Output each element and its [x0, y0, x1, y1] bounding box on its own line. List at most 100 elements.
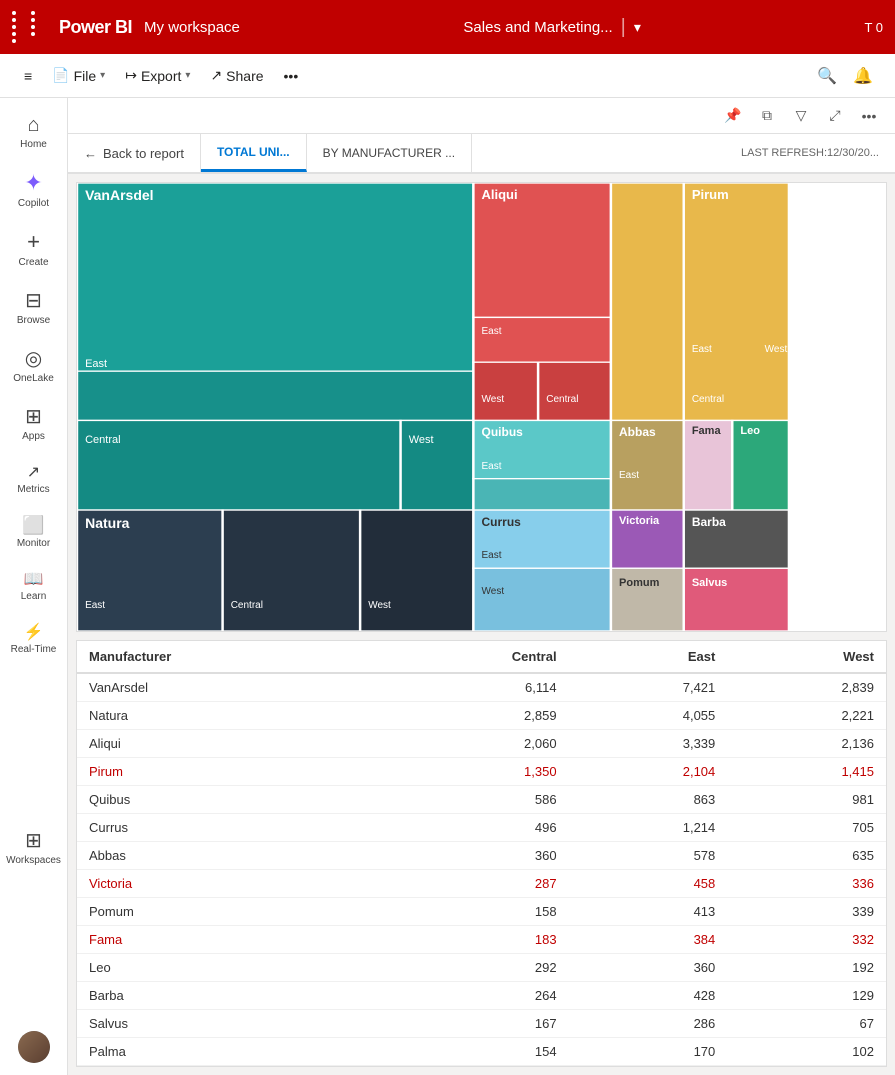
filter-button[interactable]: ▽ — [787, 102, 815, 130]
cell-central: 360 — [376, 842, 569, 870]
cell-west: 635 — [727, 842, 886, 870]
sidebar-create-label: Create — [18, 257, 48, 268]
realtime-icon: ⚡ — [24, 622, 44, 642]
main-layout: ⌂ Home ✦ Copilot + Create ⊟ Browse ◎ One… — [0, 98, 895, 1075]
sidebar-item-onelake[interactable]: ◎ OneLake — [4, 338, 64, 392]
sidebar-metrics-label: Metrics — [17, 484, 49, 495]
data-table-container: Manufacturer Central East West VanArsdel… — [76, 640, 887, 1067]
sidebar-item-learn[interactable]: 📖 Learn — [4, 561, 64, 610]
sidebar-realtime-label: Real-Time — [11, 644, 57, 655]
report-title: Sales and Marketing... — [463, 19, 612, 36]
copilot-icon: ✦ — [24, 170, 42, 196]
sidebar-monitor-label: Monitor — [17, 538, 50, 549]
cell-central: 2,060 — [376, 730, 569, 758]
home-icon: ⌂ — [27, 114, 39, 137]
table-row: Aliqui2,0603,3392,136 — [77, 730, 886, 758]
cell-east: 3,339 — [569, 730, 728, 758]
report-title-area: Sales and Marketing... | ▾ — [252, 16, 853, 39]
sidebar-item-realtime[interactable]: ⚡ Real-Time — [4, 614, 64, 663]
cell-east: 2,104 — [569, 758, 728, 786]
cell-central: 292 — [376, 954, 569, 982]
sidebar-item-monitor[interactable]: ⬜ Monitor — [4, 507, 64, 557]
cell-manufacturer: Abbas — [77, 842, 376, 870]
more-button[interactable]: ••• — [276, 64, 307, 88]
cell-west: 336 — [727, 870, 886, 898]
cell-manufacturer: Natura — [77, 702, 376, 730]
sidebar-item-workspaces[interactable]: ⊞ Workspaces — [4, 820, 64, 874]
cell-manufacturer: Leo — [77, 954, 376, 982]
top-bar-right: T 0 — [864, 20, 883, 35]
pin-button[interactable]: 📌 — [719, 102, 747, 130]
back-arrow-icon: ← — [84, 146, 97, 161]
tab-by-manufacturer-label: BY MANUFACTURER ... — [323, 146, 455, 160]
more-options-button[interactable]: ••• — [855, 102, 883, 130]
table-row: Fama183384332 — [77, 926, 886, 954]
hamburger-menu-button[interactable]: ≡ — [16, 64, 40, 88]
cell-manufacturer: Palma — [77, 1038, 376, 1066]
sidebar: ⌂ Home ✦ Copilot + Create ⊟ Browse ◎ One… — [0, 98, 68, 1075]
sidebar-item-metrics[interactable]: ↗ Metrics — [4, 454, 64, 503]
file-button[interactable]: 📄 File ▾ — [44, 63, 113, 88]
notifications-button[interactable]: 🔔 — [847, 60, 879, 92]
workspace-label[interactable]: My workspace — [144, 19, 240, 36]
tab-by-manufacturer[interactable]: BY MANUFACTURER ... — [307, 134, 472, 172]
sidebar-item-create[interactable]: + Create — [4, 221, 64, 276]
export-chevron-icon: ▾ — [185, 70, 190, 81]
monitor-icon: ⬜ — [22, 515, 44, 536]
sidebar-item-apps[interactable]: ⊞ Apps — [4, 396, 64, 450]
cell-west: 2,221 — [727, 702, 886, 730]
cell-east: 863 — [569, 786, 728, 814]
table-row: Currus4961,214705 — [77, 814, 886, 842]
cell-central: 158 — [376, 898, 569, 926]
cell-manufacturer: Barba — [77, 982, 376, 1010]
table-row: Quibus586863981 — [77, 786, 886, 814]
table-row: Leo292360192 — [77, 954, 886, 982]
cell-west: 981 — [727, 786, 886, 814]
app-grid-icon[interactable] — [12, 11, 47, 43]
sidebar-workspaces-label: Workspaces — [6, 855, 61, 866]
col-manufacturer: Manufacturer — [77, 641, 376, 673]
cell-central: 264 — [376, 982, 569, 1010]
cell-east: 578 — [569, 842, 728, 870]
focus-button[interactable]: ⤢ — [821, 102, 849, 130]
duplicate-button[interactable]: ⧉ — [753, 102, 781, 130]
tab-bar: ← Back to report TOTAL UNI... BY MANUFAC… — [68, 134, 895, 174]
table-row: Palma154170102 — [77, 1038, 886, 1066]
search-button[interactable]: 🔍 — [811, 60, 843, 92]
col-west: West — [727, 641, 886, 673]
cell-west: 192 — [727, 954, 886, 982]
user-avatar[interactable] — [18, 1031, 50, 1063]
cell-manufacturer: Aliqui — [77, 730, 376, 758]
cell-west: 2,136 — [727, 730, 886, 758]
cell-west: 67 — [727, 1010, 886, 1038]
top-bar: Power BI My workspace Sales and Marketin… — [0, 0, 895, 54]
create-icon: + — [27, 229, 40, 255]
title-chevron-icon[interactable]: ▾ — [634, 19, 641, 36]
sidebar-home-label: Home — [20, 139, 47, 150]
export-button[interactable]: ↦ Export ▾ — [117, 63, 198, 88]
apps-icon: ⊞ — [25, 404, 42, 429]
sidebar-item-browse[interactable]: ⊟ Browse — [4, 280, 64, 334]
cell-east: 286 — [569, 1010, 728, 1038]
share-button[interactable]: ↗ Share — [202, 63, 271, 88]
export-icon: ↦ — [125, 67, 137, 84]
title-divider: | — [621, 16, 626, 39]
tab-total-units[interactable]: TOTAL UNI... — [201, 134, 307, 172]
cell-west: 1,415 — [727, 758, 886, 786]
page-content: VanArsdel East Central West Natura East … — [68, 174, 895, 1075]
sidebar-item-home[interactable]: ⌂ Home — [4, 106, 64, 158]
cell-central: 496 — [376, 814, 569, 842]
cell-central: 2,859 — [376, 702, 569, 730]
table-row: Natura2,8594,0552,221 — [77, 702, 886, 730]
share-icon: ↗ — [210, 67, 222, 84]
sidebar-item-copilot[interactable]: ✦ Copilot — [4, 162, 64, 217]
col-east: East — [569, 641, 728, 673]
cell-central: 287 — [376, 870, 569, 898]
cell-east: 413 — [569, 898, 728, 926]
back-to-report-button[interactable]: ← Back to report — [68, 134, 201, 172]
more-icon: ••• — [284, 68, 299, 84]
sidebar-learn-label: Learn — [21, 591, 47, 602]
data-table: Manufacturer Central East West VanArsdel… — [77, 641, 886, 1066]
hamburger-icon: ≡ — [24, 68, 32, 84]
table-row: Victoria287458336 — [77, 870, 886, 898]
